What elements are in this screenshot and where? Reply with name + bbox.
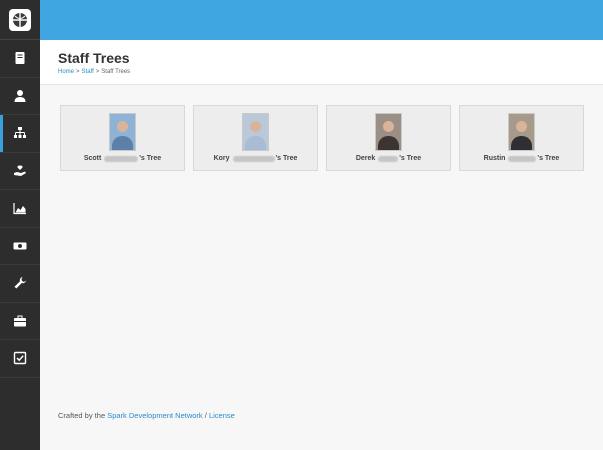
- sidebar: [0, 0, 40, 450]
- breadcrumb-current: Staff Trees: [101, 69, 131, 75]
- footer-prefix: Crafted by the: [58, 411, 108, 420]
- breadcrumb-separator: >: [95, 69, 100, 75]
- person-icon: [14, 89, 26, 102]
- footer: Crafted by the Spark Development Network…: [58, 411, 235, 420]
- license-link[interactable]: License: [209, 411, 235, 420]
- sidebar-item-notes[interactable]: [0, 40, 40, 78]
- book-icon: [15, 52, 25, 65]
- app-logo[interactable]: [0, 0, 40, 40]
- breadcrumb-staff[interactable]: Staff: [82, 69, 94, 75]
- staff-tree-card[interactable]: Scott 's Tree: [60, 105, 185, 171]
- staff-tree-name: Scott 's Tree: [84, 155, 161, 162]
- staff-tree-name: Kory 's Tree: [214, 155, 298, 162]
- tree-suffix: 's Tree: [139, 155, 162, 162]
- page-header: Staff Trees Home > Staff > Staff Trees: [40, 40, 603, 85]
- staff-tree-name: Derek 's Tree: [356, 155, 421, 162]
- redacted-surname: [508, 155, 537, 162]
- checkbox-icon: [13, 352, 27, 365]
- main-content: Scott 's Tree Kory 's Tree Derek 's Tree: [40, 85, 603, 450]
- sidebar-item-people[interactable]: [0, 78, 40, 115]
- hand-heart-icon: [14, 165, 26, 176]
- sidebar-item-admin-tools[interactable]: [0, 265, 40, 303]
- tree-suffix: 's Tree: [275, 155, 298, 162]
- globe-cross-icon: [13, 12, 27, 27]
- staff-photo: [375, 113, 402, 151]
- photo-body: [112, 136, 133, 150]
- sidebar-item-staff[interactable]: [0, 115, 40, 153]
- sidebar-item-jobs[interactable]: [0, 303, 40, 340]
- sidebar-item-giving[interactable]: [0, 153, 40, 190]
- wrench-icon: [14, 277, 26, 289]
- staff-photo: [242, 113, 269, 151]
- sidebar-item-reporting[interactable]: [0, 190, 40, 228]
- sidebar-item-tasks[interactable]: [0, 340, 40, 378]
- top-bar: [40, 0, 603, 40]
- first-name: Kory: [213, 155, 230, 162]
- breadcrumb-home[interactable]: Home: [58, 69, 74, 75]
- breadcrumb: Home > Staff > Staff Trees: [58, 69, 585, 75]
- first-name: Derek: [355, 155, 376, 162]
- staff-tree-card[interactable]: Kory 's Tree: [193, 105, 318, 171]
- briefcase-icon: [14, 315, 26, 327]
- photo-body: [245, 136, 266, 150]
- first-name: Rustin: [483, 155, 506, 162]
- breadcrumb-separator: >: [76, 69, 80, 75]
- redacted-surname: [378, 155, 399, 162]
- redacted-surname: [232, 155, 275, 162]
- area-chart-icon: [13, 203, 26, 215]
- photo-head: [516, 121, 527, 132]
- first-name: Scott: [83, 155, 102, 162]
- photo-head: [383, 121, 394, 132]
- sidebar-item-finance[interactable]: [0, 228, 40, 265]
- staff-photo: [109, 113, 136, 151]
- org-chart-icon: [14, 127, 26, 139]
- staff-photo: [508, 113, 535, 151]
- page-title: Staff Trees: [58, 50, 130, 66]
- spark-link[interactable]: Spark Development Network: [107, 411, 202, 420]
- photo-body: [378, 136, 399, 150]
- tree-suffix: 's Tree: [399, 155, 422, 162]
- staff-tree-card[interactable]: Derek 's Tree: [326, 105, 451, 171]
- photo-head: [117, 121, 128, 132]
- photo-head: [250, 121, 261, 132]
- money-icon: [13, 242, 27, 250]
- redacted-surname: [104, 155, 139, 162]
- photo-body: [511, 136, 532, 150]
- tree-suffix: 's Tree: [537, 155, 560, 162]
- logo-badge: [9, 8, 31, 31]
- staff-tree-name: Rustin 's Tree: [484, 155, 560, 162]
- staff-tree-list: Scott 's Tree Kory 's Tree Derek 's Tree: [60, 105, 584, 171]
- staff-tree-card[interactable]: Rustin 's Tree: [459, 105, 584, 171]
